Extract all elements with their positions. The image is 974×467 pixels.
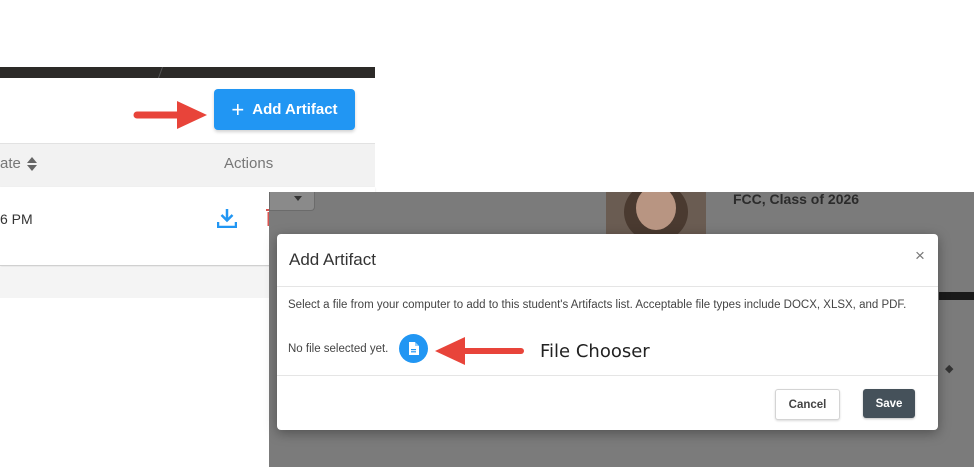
- row-date-value: 6 PM: [0, 211, 33, 227]
- caret-down-icon: [294, 196, 302, 201]
- date-column-header[interactable]: ate: [0, 155, 38, 172]
- add-artifact-button[interactable]: + Add Artifact: [214, 89, 355, 130]
- annotation-arrow-file-chooser: [435, 337, 524, 365]
- file-chooser-button[interactable]: [399, 334, 428, 363]
- sort-icon[interactable]: [27, 157, 38, 172]
- modal-header: Add Artifact ×: [277, 234, 938, 287]
- plus-icon: +: [231, 96, 245, 122]
- date-column-label: ate: [0, 155, 21, 172]
- header-banner-strip: [0, 67, 375, 78]
- actions-column-header: Actions: [224, 155, 274, 172]
- dropdown-fragment[interactable]: [269, 192, 315, 211]
- modal-description: Select a file from your computer to add …: [288, 299, 907, 311]
- file-chooser-annotation-label: File Chooser: [540, 341, 650, 362]
- download-icon[interactable]: [217, 208, 237, 228]
- artifacts-table-header: ate Actions: [0, 143, 375, 188]
- student-photo: [606, 192, 706, 236]
- background-bar: [939, 292, 974, 300]
- save-button[interactable]: Save: [863, 389, 915, 418]
- modal-body: Select a file from your computer to add …: [277, 287, 938, 376]
- sort-caret-icon: ◆: [945, 363, 954, 375]
- annotation-arrow-add-artifact: [133, 101, 207, 129]
- file-icon: [409, 342, 419, 355]
- cancel-button[interactable]: Cancel: [775, 389, 840, 420]
- close-icon[interactable]: ×: [915, 246, 925, 266]
- student-class-label: FCC, Class of 2026: [733, 192, 860, 207]
- no-file-status: No file selected yet.: [288, 343, 389, 355]
- add-artifact-modal: Add Artifact × Select a file from your c…: [277, 234, 938, 430]
- modal-title: Add Artifact: [289, 250, 376, 269]
- add-artifact-label: Add Artifact: [252, 101, 338, 118]
